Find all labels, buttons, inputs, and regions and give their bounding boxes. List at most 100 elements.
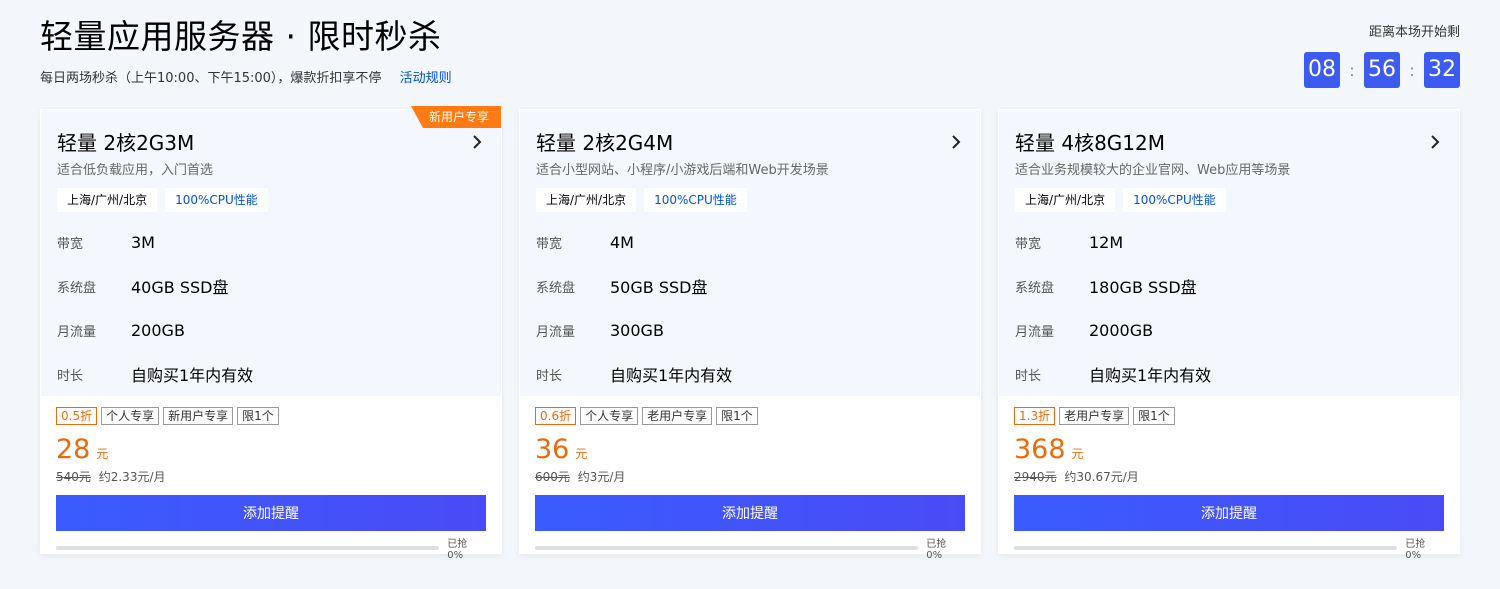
product-card: 轻量 4核8G12M 适合业务规模较大的企业官网、Web应用等场景 上海/广州/… — [998, 109, 1460, 561]
region-tag: 上海/广州/北京 — [536, 188, 637, 212]
progress-row: 已抢 0% — [56, 535, 486, 561]
original-price-row: 540元 约2.33元/月 — [56, 469, 486, 485]
spec-row: 带宽 4M — [536, 220, 964, 264]
spec-row: 月流量 300GB — [536, 308, 964, 352]
spec-label: 月流量 — [536, 324, 576, 340]
condition-badge: 限1个 — [1133, 407, 1175, 425]
price-unit: 元 — [1071, 447, 1084, 461]
spec-row: 系统盘 180GB SSD盘 — [1015, 264, 1443, 308]
spec-label: 月流量 — [57, 324, 97, 340]
monthly-price: 约30.67元/月 — [1064, 470, 1139, 484]
page-subtitle: 每日两场秒杀（上午10:00、下午15:00），爆款折扣享不停 活动规则 — [40, 70, 452, 88]
spec-row: 时长 自购买1年内有效 — [1015, 352, 1443, 396]
spec-value: 40GB SSD盘 — [131, 278, 229, 297]
card-header: 轻量 4核8G12M 适合业务规模较大的企业官网、Web应用等场景 上海/广州/… — [998, 109, 1460, 397]
countdown-separator: : — [1349, 60, 1355, 80]
spec-label: 系统盘 — [57, 280, 97, 296]
spec-value: 180GB SSD盘 — [1089, 278, 1197, 297]
spec-row: 系统盘 50GB SSD盘 — [536, 264, 964, 308]
card-description: 适合业务规模较大的企业官网、Web应用等场景 — [1015, 163, 1291, 178]
cpu-tag: 100%CPU性能 — [165, 188, 268, 212]
region-tag: 上海/广州/北京 — [57, 188, 158, 212]
monthly-price: 约2.33元/月 — [98, 470, 166, 484]
price: 28 — [56, 434, 91, 465]
price-row: 36 元 — [535, 435, 965, 465]
original-price-row: 2940元 约30.67元/月 — [1014, 469, 1444, 485]
cpu-tag: 100%CPU性能 — [644, 188, 747, 212]
badge-list: 0.5折 个人专享 新用户专享 限1个 — [56, 407, 486, 425]
spec-row: 带宽 3M — [57, 220, 485, 264]
original-price-row: 600元 约3元/月 — [535, 469, 965, 485]
countdown-separator: : — [1409, 60, 1415, 80]
condition-badge: 老用户专享 — [1059, 407, 1130, 425]
card-description: 适合小型网站、小程序/小游戏后端和Web开发场景 — [536, 163, 829, 178]
spec-label: 系统盘 — [536, 280, 576, 296]
discount-badge: 0.5折 — [56, 407, 98, 425]
price-row: 28 元 — [56, 435, 486, 465]
progress-track — [1014, 546, 1398, 550]
original-price: 2940元 — [1014, 470, 1057, 484]
condition-badge: 新用户专享 — [163, 407, 234, 425]
spec-value: 200GB — [131, 320, 185, 340]
countdown-minutes: 56 — [1364, 52, 1400, 88]
countdown: 距离本场开始剩 08 : 56 : 32 — [1304, 24, 1460, 88]
spec-row: 时长 自购买1年内有效 — [57, 352, 485, 396]
chevron-right-icon[interactable] — [469, 132, 485, 152]
countdown-label: 距离本场开始剩 — [1368, 25, 1460, 40]
spec-value: 300GB — [610, 320, 664, 340]
price-unit: 元 — [575, 447, 588, 461]
region-tag: 上海/广州/北京 — [1015, 188, 1116, 212]
card-description: 适合低负载应用，入门首选 — [57, 163, 214, 178]
spec-value: 自购买1年内有效 — [131, 366, 254, 385]
progress-row: 已抢 0% — [1014, 535, 1444, 561]
chevron-right-icon[interactable] — [948, 132, 964, 152]
spec-label: 系统盘 — [1015, 280, 1055, 296]
subtitle-text: 每日两场秒杀（上午10:00、下午15:00），爆款折扣享不停 — [40, 71, 382, 86]
spec-label: 带宽 — [1015, 236, 1042, 252]
countdown-hours: 08 — [1304, 52, 1340, 88]
condition-badge: 个人专享 — [101, 407, 160, 425]
countdown-seconds: 32 — [1424, 52, 1460, 88]
progress-row: 已抢 0% — [535, 535, 965, 561]
cpu-tag: 100%CPU性能 — [1123, 188, 1226, 212]
card-tags: 上海/广州/北京 100%CPU性能 — [57, 188, 485, 212]
card-tags: 上海/广州/北京 100%CPU性能 — [1015, 188, 1443, 212]
add-reminder-button[interactable]: 添加提醒 — [1014, 495, 1444, 531]
spec-list: 带宽 12M 系统盘 180GB SSD盘月流量 2000GB 时长 自购买1年内有效 — [1015, 220, 1443, 396]
spec-label: 带宽 — [536, 236, 563, 252]
spec-row: 系统盘 40GB SSD盘 — [57, 264, 485, 308]
spec-value: 4M — [610, 232, 634, 252]
progress-text: 已抢 0% — [447, 539, 468, 561]
card-purchase: 1.3折 老用户专享 限1个 368 元 2940元 约30.67元/月 添加提醒 … — [998, 397, 1460, 561]
badge-list: 1.3折 老用户专享 限1个 — [1014, 407, 1444, 425]
add-reminder-button[interactable]: 添加提醒 — [56, 495, 486, 531]
progress-text: 已抢 0% — [1405, 539, 1426, 561]
chevron-right-icon[interactable] — [1427, 132, 1443, 152]
spec-value: 自购买1年内有效 — [610, 366, 733, 385]
add-reminder-button[interactable]: 添加提醒 — [535, 495, 965, 531]
spec-value: 自购买1年内有效 — [1089, 366, 1212, 385]
spec-value: 3M — [131, 232, 155, 252]
page-header: 轻量应用服务器 · 限时秒杀 每日两场秒杀（上午10:00、下午15:00），爆… — [40, 16, 1460, 96]
card-header: 轻量 2核2G4M 适合小型网站、小程序/小游戏后端和Web开发场景 上海/广州… — [519, 109, 981, 397]
progress-track — [56, 546, 440, 550]
condition-badge: 个人专享 — [580, 407, 639, 425]
price-row: 368 元 — [1014, 435, 1444, 465]
card-title: 轻量 4核8G12M — [1015, 131, 1166, 155]
card-header: 新用户专享 轻量 2核2G3M 适合低负载应用，入门首选 上海/广州/北京 10… — [40, 106, 502, 397]
spec-list: 带宽 3M 系统盘 40GB SSD盘月流量 200GB 时长 自购买1年内有效 — [57, 220, 485, 396]
spec-row: 月流量 2000GB — [1015, 308, 1443, 352]
new-user-ribbon: 新用户专享 — [410, 106, 501, 128]
spec-value: 2000GB — [1089, 320, 1154, 340]
spec-row: 带宽 12M — [1015, 220, 1443, 264]
product-cards: 新用户专享 轻量 2核2G3M 适合低负载应用，入门首选 上海/广州/北京 10… — [40, 106, 1460, 561]
discount-badge: 0.6折 — [535, 407, 577, 425]
card-purchase: 0.6折 个人专享 老用户专享 限1个 36 元 600元 约3元/月 添加提醒 已抢… — [519, 397, 981, 561]
activity-rules-link[interactable]: 活动规则 — [400, 71, 452, 86]
condition-badge: 限1个 — [716, 407, 758, 425]
card-purchase: 0.5折 个人专享 新用户专享 限1个 28 元 540元 约2.33元/月 添加提醒… — [40, 397, 502, 561]
original-price: 600元 — [535, 470, 570, 484]
badge-list: 0.6折 个人专享 老用户专享 限1个 — [535, 407, 965, 425]
spec-list: 带宽 4M 系统盘 50GB SSD盘 月流量 300GB 时长 自购买1年内有效 — [536, 220, 964, 396]
discount-badge: 1.3折 — [1014, 407, 1056, 425]
